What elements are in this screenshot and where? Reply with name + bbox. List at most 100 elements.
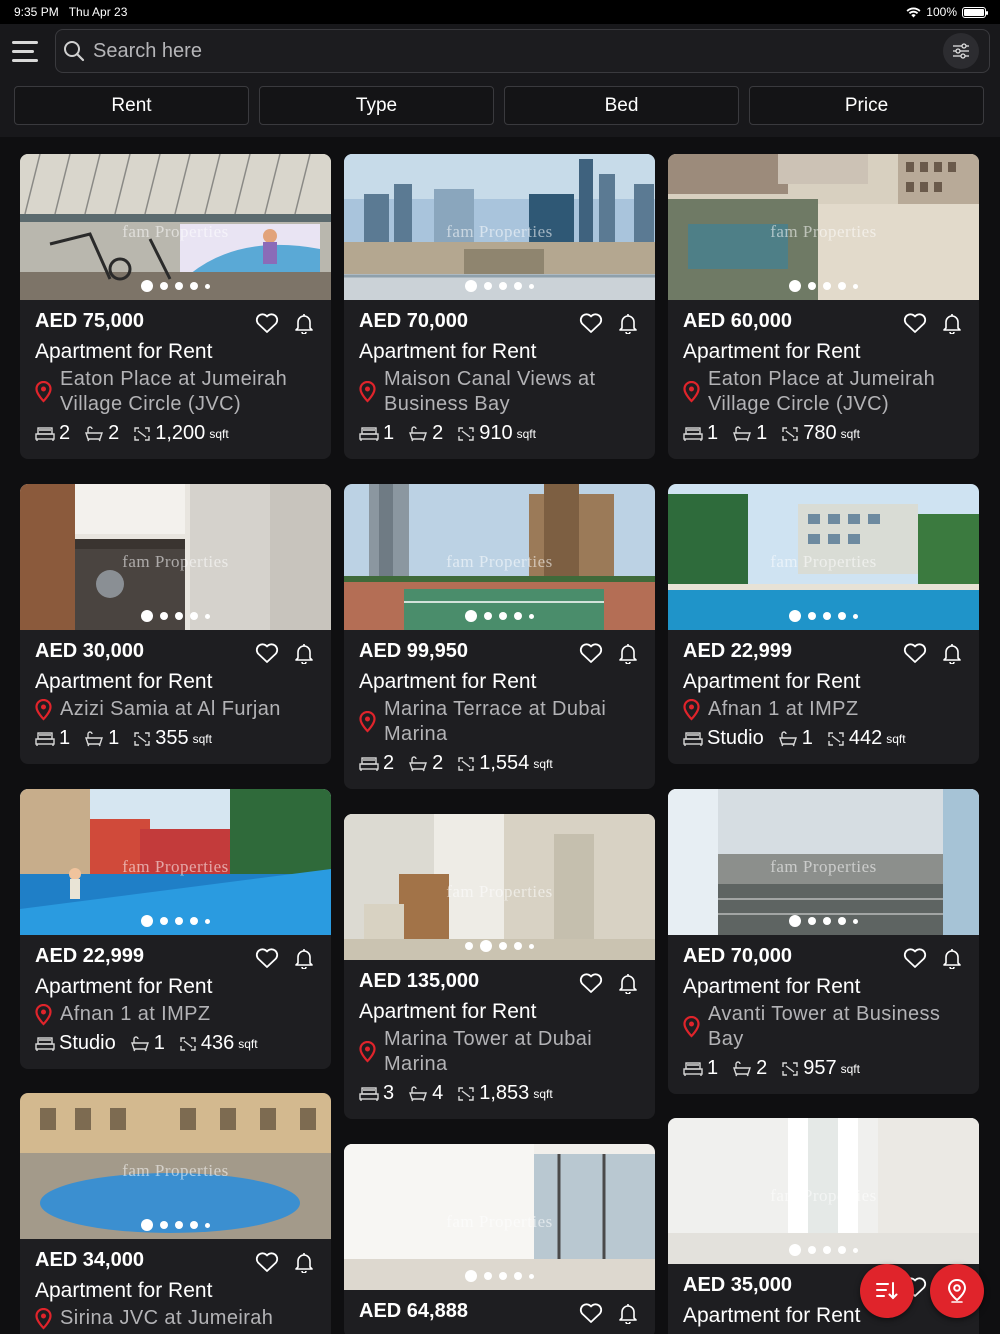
listing-photo[interactable]: fam Properties [668,484,979,630]
carousel-dot[interactable] [205,918,210,924]
listing-card[interactable]: fam Properties AED 135,000 Apartment for… [344,814,655,1119]
listing-card[interactable]: fam Properties AED 60,000 Apartment for … [668,154,979,459]
listing-card[interactable]: fam Properties AED 22,999 Apartment for … [668,484,979,764]
favorite-heart-icon[interactable] [255,642,279,664]
favorite-heart-icon[interactable] [255,947,279,969]
alert-bell-icon[interactable] [941,642,963,664]
carousel-dot[interactable] [823,917,831,925]
carousel-dot[interactable] [789,280,801,292]
menu-icon[interactable] [12,38,42,64]
favorite-heart-icon[interactable] [903,642,927,664]
carousel-dot[interactable] [789,1244,801,1256]
alert-bell-icon[interactable] [293,947,315,969]
favorite-heart-icon[interactable] [903,312,927,334]
alert-bell-icon[interactable] [617,972,639,994]
alert-bell-icon[interactable] [293,312,315,334]
filter-settings-icon[interactable] [943,33,979,69]
carousel-dot[interactable] [141,280,153,292]
carousel-dot[interactable] [141,1219,153,1231]
listing-card[interactable]: fam Properties AED 99,950 Apartment for … [344,484,655,789]
carousel-dot[interactable] [465,1270,477,1282]
alert-bell-icon[interactable] [617,312,639,334]
alert-bell-icon[interactable] [293,1251,315,1273]
carousel-dot[interactable] [175,282,183,290]
listing-card[interactable]: fam Properties AED 75,000 Apartment for … [20,154,331,459]
listing-card[interactable]: fam Properties AED 70,000 Apartment for … [344,154,655,459]
carousel-dot[interactable] [823,612,831,620]
carousel-dot[interactable] [499,612,507,620]
carousel-dot[interactable] [465,280,477,292]
filter-bed[interactable]: Bed [504,86,739,125]
alert-bell-icon[interactable] [617,1302,639,1324]
filter-type[interactable]: Type [259,86,494,125]
carousel-dot[interactable] [838,917,846,925]
carousel-dot[interactable] [853,283,858,289]
carousel-dot[interactable] [789,915,801,927]
carousel-dot[interactable] [823,282,831,290]
carousel-dot[interactable] [190,917,198,925]
carousel-dot[interactable] [514,282,522,290]
carousel-dot[interactable] [190,282,198,290]
carousel-dot[interactable] [175,612,183,620]
search-bar[interactable] [55,29,990,73]
favorite-heart-icon[interactable] [579,642,603,664]
favorite-heart-icon[interactable] [255,312,279,334]
listing-card[interactable]: fam Properties AED 34,000 Apartment for … [20,1093,331,1334]
listing-photo[interactable]: fam Properties [668,154,979,300]
carousel-dot[interactable] [190,612,198,620]
carousel-dot[interactable] [838,282,846,290]
carousel-dot[interactable] [160,612,168,620]
listing-photo[interactable]: fam Properties [20,484,331,630]
carousel-dot[interactable] [499,282,507,290]
listing-photo[interactable]: fam Properties [344,1144,655,1290]
carousel-dot[interactable] [789,610,801,622]
listing-photo[interactable]: fam Properties [668,1118,979,1264]
sort-button[interactable] [860,1264,914,1318]
carousel-dot[interactable] [205,283,210,289]
listing-photo[interactable]: fam Properties [668,789,979,935]
favorite-heart-icon[interactable] [255,1251,279,1273]
carousel-dot[interactable] [465,942,473,950]
favorite-heart-icon[interactable] [579,312,603,334]
carousel-dot[interactable] [808,1246,816,1254]
carousel-dot[interactable] [853,613,858,619]
listing-card[interactable]: fam Properties AED 22,999 Apartment for … [20,789,331,1069]
carousel-dot[interactable] [838,612,846,620]
carousel-dot[interactable] [838,1246,846,1254]
carousel-dot[interactable] [853,918,858,924]
listing-photo[interactable]: fam Properties [344,814,655,960]
listing-card[interactable]: fam Properties AED 64,888 [344,1144,655,1334]
alert-bell-icon[interactable] [941,947,963,969]
carousel-dot[interactable] [141,610,153,622]
carousel-dot[interactable] [499,1272,507,1280]
carousel-dot[interactable] [484,282,492,290]
listing-photo[interactable]: fam Properties [344,484,655,630]
carousel-dot[interactable] [808,282,816,290]
alert-bell-icon[interactable] [617,642,639,664]
carousel-dot[interactable] [529,943,534,949]
carousel-dot[interactable] [484,612,492,620]
carousel-dot[interactable] [529,1273,534,1279]
listing-photo[interactable]: fam Properties [20,789,331,935]
favorite-heart-icon[interactable] [579,972,603,994]
filter-price[interactable]: Price [749,86,984,125]
carousel-dot[interactable] [808,917,816,925]
carousel-dot[interactable] [190,1221,198,1229]
carousel-dot[interactable] [205,1222,210,1228]
carousel-dot[interactable] [823,1246,831,1254]
favorite-heart-icon[interactable] [903,947,927,969]
carousel-dot[interactable] [175,1221,183,1229]
carousel-dot[interactable] [484,1272,492,1280]
carousel-dot[interactable] [514,1272,522,1280]
carousel-dot[interactable] [480,940,492,952]
favorite-heart-icon[interactable] [579,1302,603,1324]
listing-card[interactable]: fam Properties AED 30,000 Apartment for … [20,484,331,764]
carousel-dot[interactable] [205,613,210,619]
map-view-button[interactable] [930,1264,984,1318]
carousel-dot[interactable] [160,917,168,925]
carousel-dot[interactable] [160,1221,168,1229]
listing-photo[interactable]: fam Properties [344,154,655,300]
carousel-dot[interactable] [465,610,477,622]
carousel-dot[interactable] [175,917,183,925]
carousel-dot[interactable] [514,612,522,620]
